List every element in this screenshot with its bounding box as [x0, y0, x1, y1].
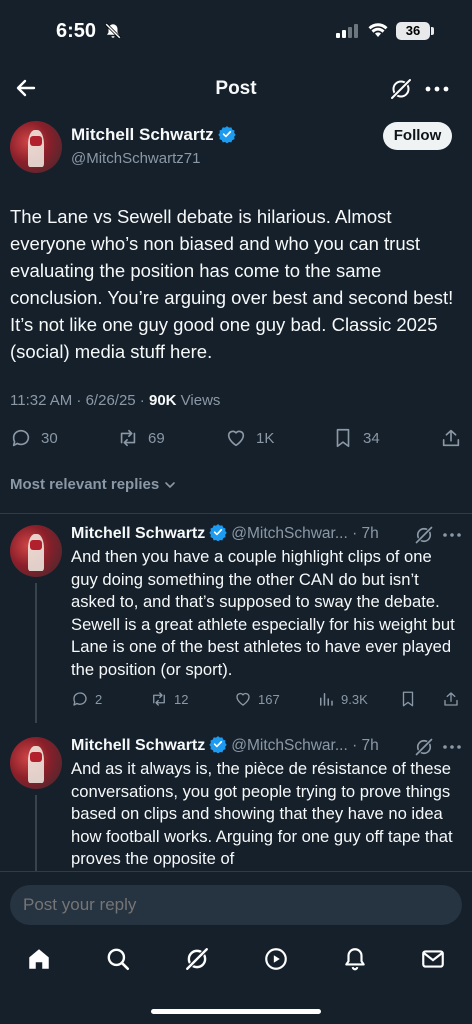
repost-action[interactable]: 69 [117, 427, 165, 449]
repost-icon [120, 429, 136, 447]
reply-count: 2 [95, 691, 103, 707]
repost-count: 12 [174, 691, 189, 707]
reply-action[interactable]: 30 [10, 427, 58, 449]
reply-icon [12, 429, 30, 447]
author-name-row[interactable]: Mitchell Schwartz [71, 125, 236, 145]
bookmark-action[interactable] [399, 690, 417, 708]
more-options-icon[interactable] [424, 77, 450, 101]
bookmark-icon [336, 428, 350, 448]
verified-badge-icon [209, 736, 227, 753]
reply-action[interactable]: 2 [71, 690, 102, 708]
reply-count: 30 [41, 429, 58, 447]
more-options-icon[interactable] [442, 526, 462, 544]
reply-text: And then you have a couple highlight cli… [71, 547, 455, 679]
like-action[interactable]: 167 [234, 690, 280, 708]
verified-badge-icon [217, 126, 236, 143]
cellular-signal-icon [336, 24, 358, 38]
grok-icon[interactable] [389, 77, 413, 101]
reply-icon [73, 692, 87, 706]
wifi-icon [368, 23, 388, 37]
reply-author-handle[interactable]: @MitchSchwar... · 7h [231, 525, 379, 542]
share-icon [442, 429, 460, 447]
battery-indicator: 36 [396, 22, 430, 40]
repost-action[interactable]: 12 [150, 690, 188, 708]
like-count: 1K [256, 429, 275, 447]
chevron-down-icon [165, 481, 176, 488]
reply-sort-selector[interactable]: Most relevant replies [10, 476, 177, 493]
reply-avatar[interactable] [10, 737, 62, 789]
views-action[interactable]: 9.3K [317, 690, 368, 708]
views-label: Views [176, 392, 221, 409]
divider [0, 513, 472, 514]
status-time: 6:50 [56, 20, 97, 42]
share-action[interactable] [442, 690, 460, 708]
thread-line [35, 583, 37, 723]
heart-icon [236, 692, 250, 706]
post-meta: 11:32 AM · 6/26/25 · 90K Views [10, 392, 220, 409]
bookmark-icon [402, 691, 414, 707]
reply-author-name[interactable]: Mitchell Schwartz [71, 525, 205, 542]
reply-header[interactable]: Mitchell Schwartz @MitchSchwar... · 7h [71, 523, 379, 543]
home-icon[interactable] [26, 946, 52, 972]
grok-icon[interactable] [184, 946, 210, 972]
views-count: 9.3K [341, 691, 368, 707]
views-icon [320, 693, 333, 706]
share-action[interactable] [440, 427, 462, 449]
reply-sort-label: Most relevant replies [10, 476, 160, 493]
grok-icon[interactable] [414, 525, 434, 545]
post-timestamp: 11:32 AM · 6/26/25 · [10, 392, 149, 409]
more-options-icon[interactable] [442, 738, 462, 756]
bookmark-count: 34 [363, 429, 380, 447]
bookmark-action[interactable]: 34 [332, 427, 380, 449]
battery-nub [431, 27, 434, 35]
reply-author-handle[interactable]: @MitchSchwar... · 7h [231, 737, 379, 754]
share-icon [444, 692, 458, 706]
verified-badge-icon [209, 524, 227, 541]
reply-author-name[interactable]: Mitchell Schwartz [71, 737, 205, 754]
search-icon[interactable] [105, 946, 131, 972]
follow-button[interactable]: Follow [383, 122, 452, 150]
grok-icon[interactable] [414, 737, 434, 757]
author-name[interactable]: Mitchell Schwartz [71, 125, 214, 144]
messages-icon[interactable] [420, 946, 446, 972]
like-action[interactable]: 1K [225, 427, 274, 449]
home-indicator [151, 1009, 321, 1014]
like-count: 167 [258, 691, 280, 707]
bell-off-icon [105, 23, 121, 39]
post-text: The Lane vs Sewell debate is hilarious. … [10, 206, 454, 362]
heart-icon [227, 430, 245, 447]
reply-header[interactable]: Mitchell Schwartz @MitchSchwar... · 7h [71, 735, 379, 755]
reply-composer-input[interactable] [10, 885, 462, 925]
thread-line [35, 795, 37, 875]
reply-avatar[interactable] [10, 525, 62, 577]
video-icon[interactable] [263, 946, 289, 972]
author-handle[interactable]: @MitchSchwartz71 [71, 150, 200, 167]
notifications-icon[interactable] [342, 946, 368, 972]
author-avatar[interactable] [10, 121, 62, 173]
views-count: 90K [148, 392, 177, 409]
reply-text: And as it always is, the pièce de résist… [71, 759, 453, 868]
repost-count: 69 [148, 429, 165, 447]
repost-icon [153, 692, 165, 706]
